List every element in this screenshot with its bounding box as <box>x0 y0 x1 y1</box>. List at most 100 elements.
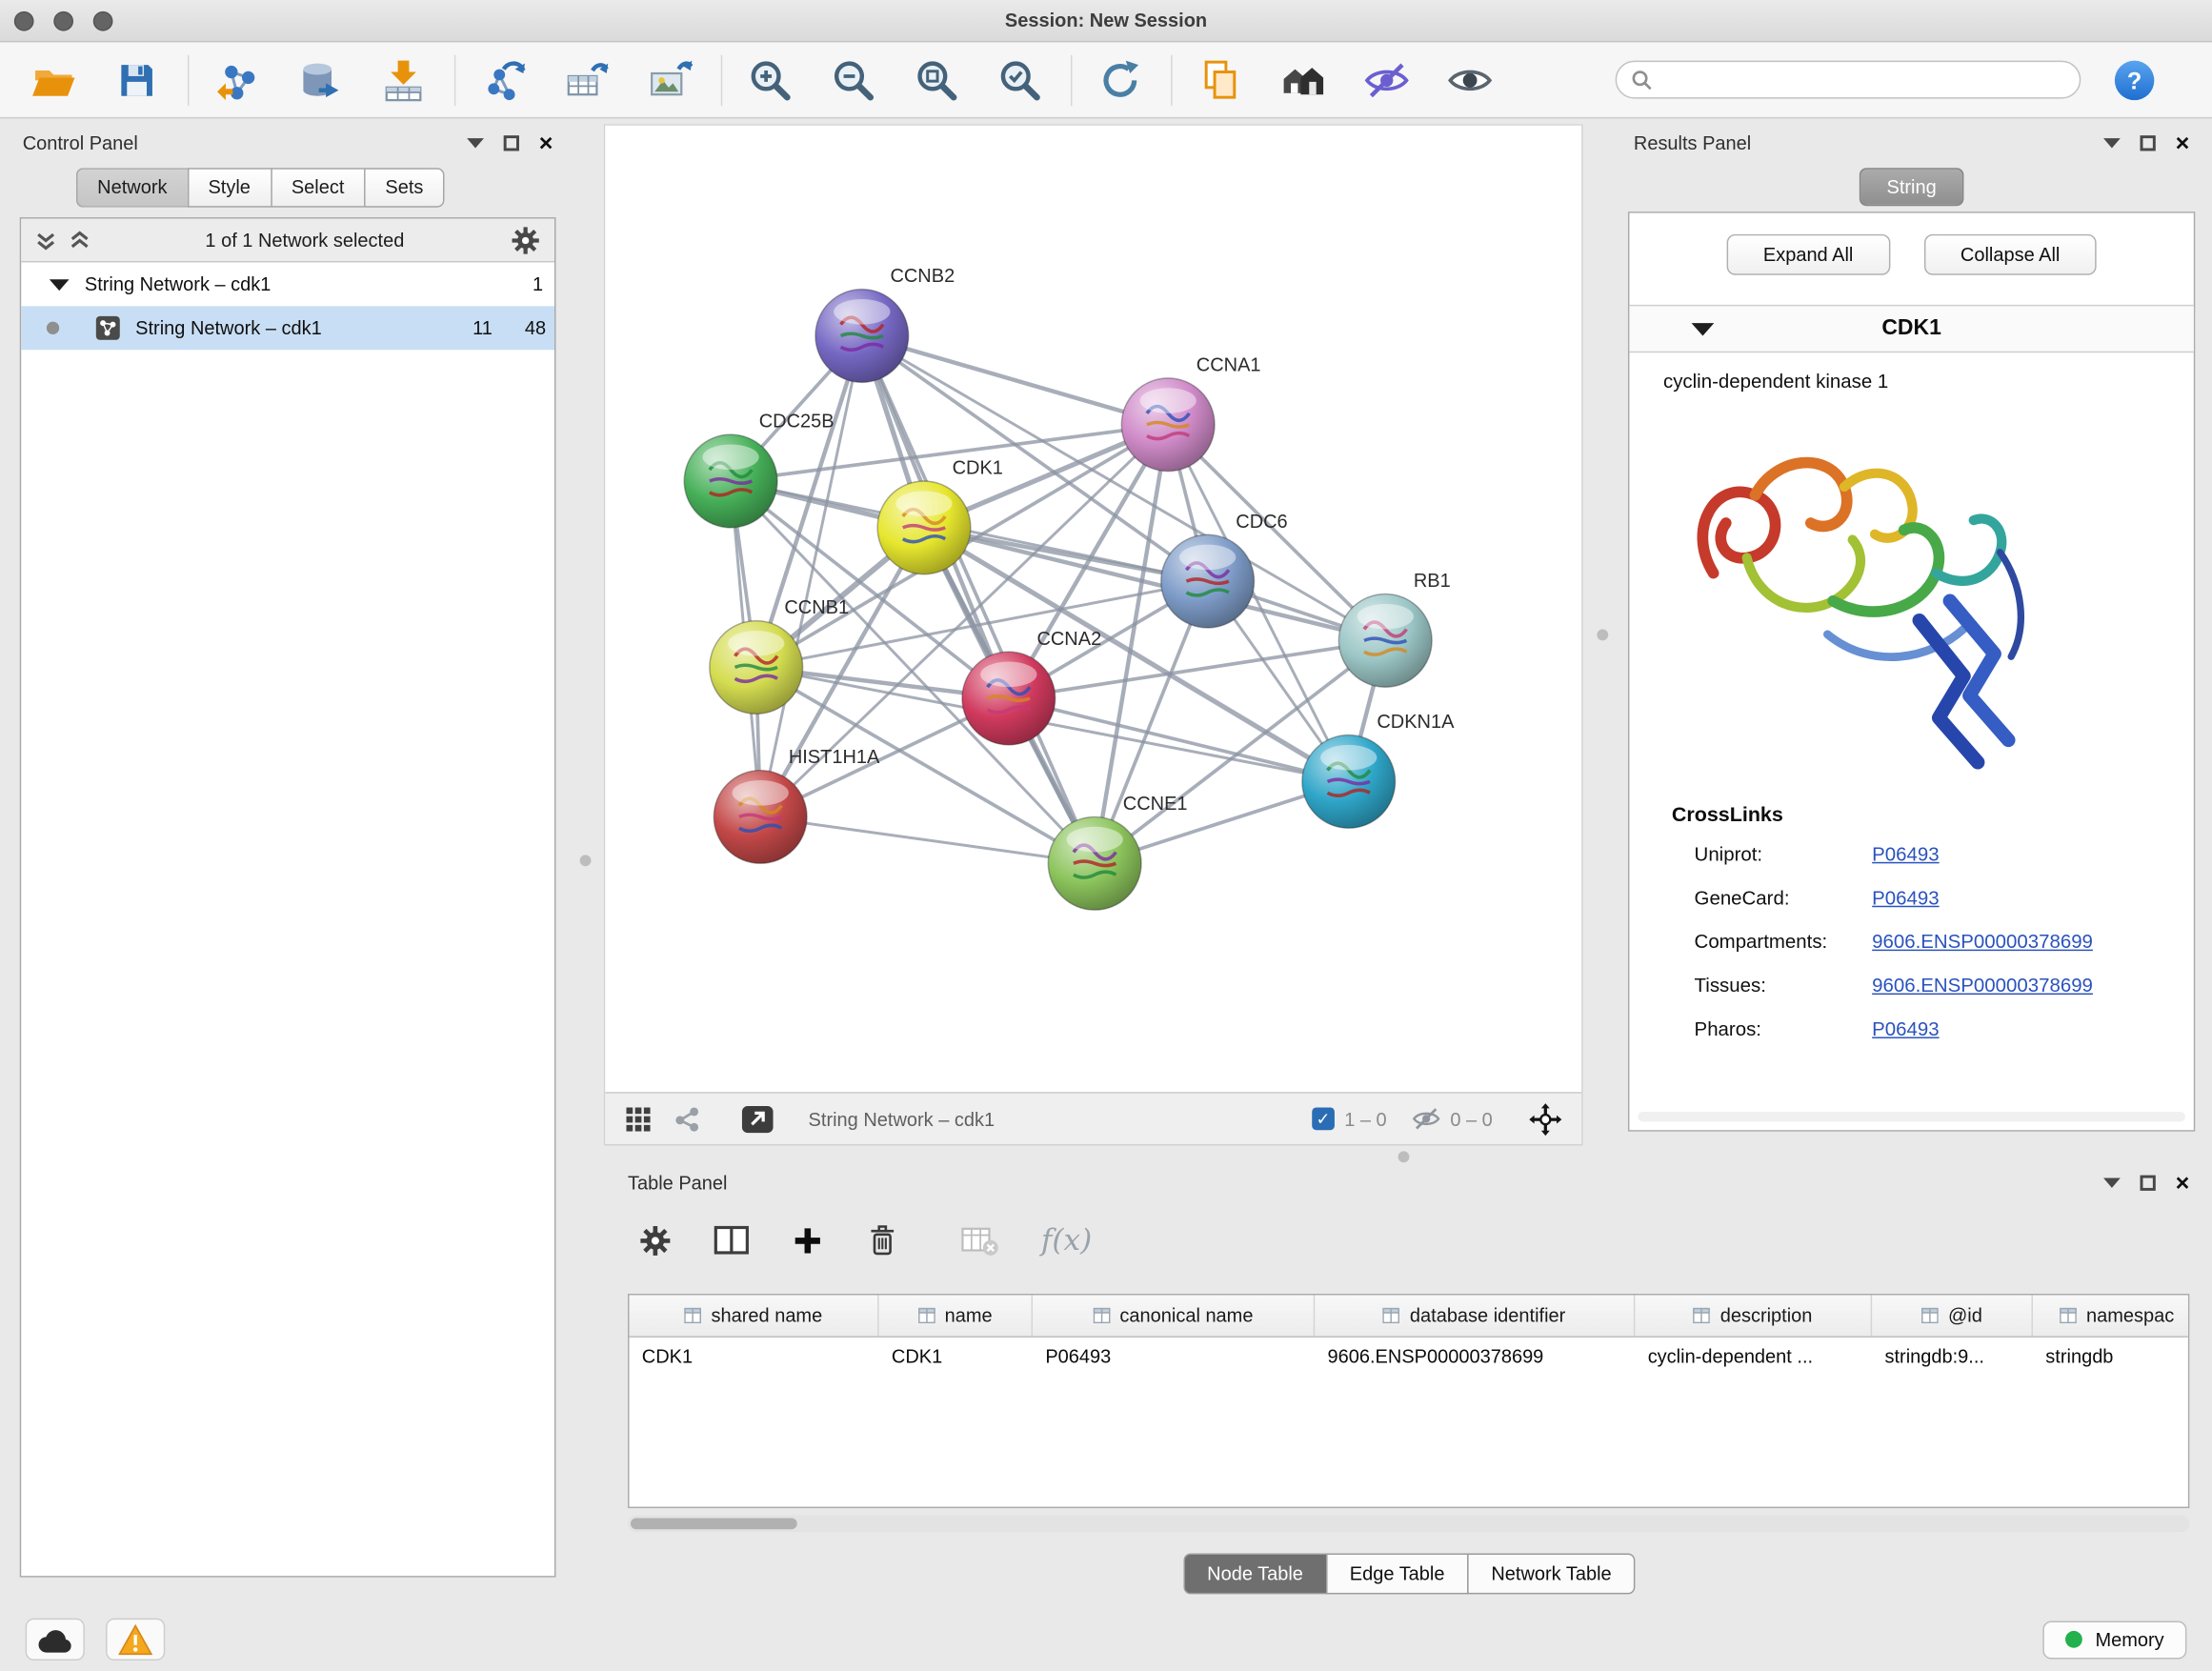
gear-icon[interactable] <box>639 1224 672 1257</box>
tab-network[interactable]: Network <box>76 168 187 207</box>
tree-row-network[interactable]: String Network – cdk1 11 48 <box>21 306 554 350</box>
network-edge[interactable] <box>760 335 862 816</box>
tab-network-table[interactable]: Network Table <box>1467 1553 1636 1594</box>
table-cell[interactable]: cyclin-dependent ... <box>1635 1346 1872 1367</box>
pan-crosshair-icon[interactable] <box>1529 1102 1561 1135</box>
network-node-rb1[interactable]: RB1 <box>1338 571 1450 687</box>
crosslink-value-link[interactable]: 9606.ENSP00000378699 <box>1872 975 2093 996</box>
tab-style[interactable]: Style <box>187 168 270 207</box>
network-edge[interactable] <box>862 335 1095 863</box>
network-edge[interactable] <box>862 335 1168 424</box>
column-header-description[interactable]: description <box>1635 1295 1872 1336</box>
trash-icon[interactable] <box>866 1223 898 1258</box>
crosslink-value-link[interactable]: P06493 <box>1872 844 1939 865</box>
float-panel-icon[interactable] <box>2103 137 2121 147</box>
hidden-eye-slash-icon[interactable] <box>1412 1105 1440 1134</box>
network-node-cdk1[interactable]: CDK1 <box>877 458 1003 574</box>
import-network-file-button[interactable] <box>211 54 262 105</box>
tab-sets[interactable]: Sets <box>364 168 444 207</box>
share-network-icon[interactable] <box>674 1105 701 1132</box>
column-header-canonical-name[interactable]: canonical name <box>1033 1295 1315 1336</box>
column-header--id[interactable]: @id <box>1872 1295 2033 1336</box>
protein-section-header[interactable]: CDK1 <box>1629 305 2193 352</box>
copy-button[interactable] <box>1195 54 1245 105</box>
results-scrollbar[interactable] <box>1638 1112 2185 1121</box>
scrollbar-thumb[interactable] <box>631 1518 797 1529</box>
collapse-all-button[interactable]: Collapse All <box>1923 234 2096 275</box>
network-node-ccna1[interactable]: CCNA1 <box>1121 354 1260 471</box>
zoom-out-button[interactable] <box>828 54 878 105</box>
show-details-button[interactable] <box>1444 54 1495 105</box>
network-edge[interactable] <box>760 816 1095 863</box>
gear-icon[interactable] <box>511 225 540 254</box>
close-panel-icon[interactable]: × <box>2176 1170 2190 1194</box>
collapse-triangle-icon[interactable] <box>50 278 70 290</box>
export-image-button[interactable] <box>645 54 695 105</box>
table-horizontal-scrollbar[interactable] <box>628 1515 2189 1532</box>
expand-all-button[interactable]: Expand All <box>1726 234 1889 275</box>
close-panel-icon[interactable]: × <box>539 131 553 154</box>
right-splitter-handle[interactable] <box>1597 629 1608 640</box>
collapse-triangle-icon[interactable] <box>1692 322 1715 334</box>
float-panel-icon[interactable] <box>2103 1178 2121 1187</box>
crosslink-value-link[interactable]: 9606.ENSP00000378699 <box>1872 931 2093 952</box>
cloud-button[interactable] <box>26 1619 85 1661</box>
zoom-in-button[interactable] <box>745 54 795 105</box>
help-button[interactable]: ? <box>2109 54 2160 105</box>
external-link-icon[interactable] <box>740 1104 774 1134</box>
tab-edge-table[interactable]: Edge Table <box>1326 1553 1469 1594</box>
column-header-shared-name[interactable]: shared name <box>629 1295 878 1336</box>
crosslink-value-link[interactable]: P06493 <box>1872 887 1939 908</box>
export-network-button[interactable] <box>478 54 529 105</box>
table-cell[interactable]: CDK1 <box>879 1346 1033 1367</box>
collapse-all-icon[interactable] <box>35 230 56 251</box>
add-column-icon[interactable] <box>792 1224 824 1257</box>
search-input[interactable] <box>1662 70 2058 91</box>
network-label: String Network – cdk1 <box>135 317 322 338</box>
network-node-ccnb2[interactable]: CCNB2 <box>815 266 955 382</box>
network-canvas[interactable]: CCNB2CCNA1CDC25BCDK1CDC6RB1CCNB1CCNA2CDK… <box>605 126 1581 1092</box>
import-table-button[interactable] <box>378 54 429 105</box>
table-cell[interactable]: CDK1 <box>629 1346 878 1367</box>
table-cell[interactable]: stringdb:9... <box>1872 1346 2033 1367</box>
maximize-panel-icon[interactable] <box>504 134 519 150</box>
open-session-button[interactable] <box>29 54 79 105</box>
table-cell[interactable]: P06493 <box>1033 1346 1315 1367</box>
split-columns-icon[interactable] <box>714 1224 749 1256</box>
save-session-button[interactable] <box>111 54 162 105</box>
import-network-database-button[interactable] <box>295 54 346 105</box>
bottom-splitter-handle[interactable] <box>1398 1151 1410 1162</box>
grid-view-icon[interactable] <box>625 1105 652 1132</box>
column-header-database-identifier[interactable]: database identifier <box>1315 1295 1635 1336</box>
column-header-namespac[interactable]: namespac <box>2033 1295 2189 1336</box>
export-table-button[interactable] <box>561 54 612 105</box>
crosslink-value-link[interactable]: P06493 <box>1872 1018 1939 1039</box>
warnings-button[interactable] <box>106 1619 165 1661</box>
maximize-panel-icon[interactable] <box>2141 1175 2156 1190</box>
memory-button[interactable]: Memory <box>2043 1621 2187 1659</box>
network-node-cdkn1a[interactable]: CDKN1A <box>1302 712 1455 828</box>
table-row[interactable]: CDK1CDK1P064939606.ENSP00000378699cyclin… <box>629 1338 2187 1376</box>
selected-checkbox-icon[interactable]: ✓ <box>1312 1108 1335 1131</box>
zoom-selected-button[interactable] <box>995 54 1045 105</box>
expand-all-icon[interactable] <box>70 230 90 251</box>
maximize-panel-icon[interactable] <box>2141 134 2156 150</box>
tab-select[interactable]: Select <box>271 168 365 207</box>
float-panel-icon[interactable] <box>467 137 484 147</box>
tab-string[interactable]: String <box>1860 168 1963 206</box>
tab-node-table[interactable]: Node Table <box>1183 1553 1327 1594</box>
search-input-wrap[interactable] <box>1616 61 2081 99</box>
zoom-fit-button[interactable] <box>912 54 962 105</box>
function-builder-icon[interactable]: f(x) <box>1041 1223 1092 1258</box>
column-header-name[interactable]: name <box>879 1295 1033 1336</box>
table-cell[interactable]: 9606.ENSP00000378699 <box>1315 1346 1635 1367</box>
network-node-hist1h1a[interactable]: HIST1H1A <box>714 747 880 863</box>
close-panel-icon[interactable]: × <box>2176 131 2190 154</box>
apply-layout-button[interactable] <box>1095 54 1145 105</box>
apps-button[interactable] <box>1278 54 1329 105</box>
left-splitter-handle[interactable] <box>580 855 592 866</box>
delete-table-icon[interactable] <box>960 1224 998 1257</box>
hide-details-button[interactable] <box>1361 54 1412 105</box>
table-cell[interactable]: stringdb <box>2033 1346 2189 1367</box>
tree-row-collection[interactable]: String Network – cdk1 1 <box>21 262 554 306</box>
